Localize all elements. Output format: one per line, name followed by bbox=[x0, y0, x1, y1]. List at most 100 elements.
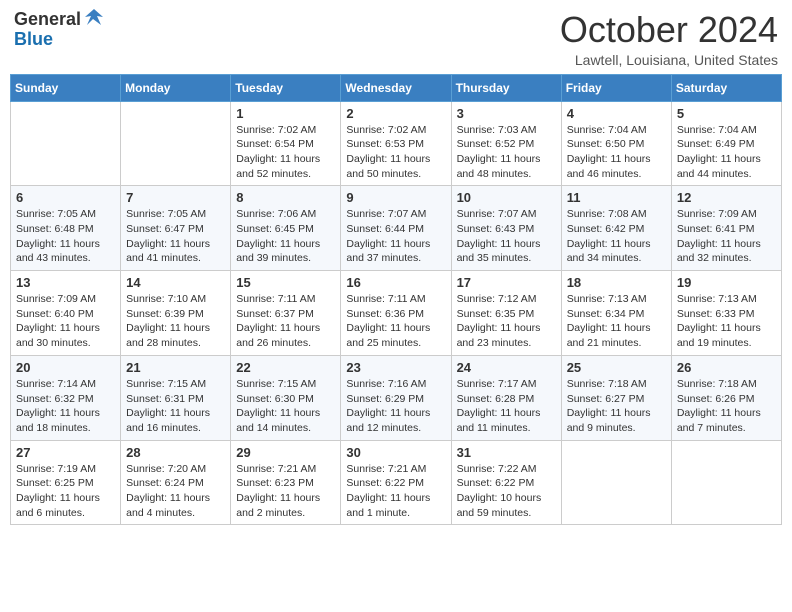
calendar-cell: 5Sunrise: 7:04 AM Sunset: 6:49 PM Daylig… bbox=[671, 101, 781, 186]
calendar-cell: 2Sunrise: 7:02 AM Sunset: 6:53 PM Daylig… bbox=[341, 101, 451, 186]
day-of-week-header: Friday bbox=[561, 74, 671, 101]
day-number: 29 bbox=[236, 445, 335, 460]
calendar-cell: 9Sunrise: 7:07 AM Sunset: 6:44 PM Daylig… bbox=[341, 186, 451, 271]
logo-blue-text: Blue bbox=[14, 30, 53, 50]
day-info: Sunrise: 7:05 AM Sunset: 6:48 PM Dayligh… bbox=[16, 207, 115, 266]
calendar-cell: 22Sunrise: 7:15 AM Sunset: 6:30 PM Dayli… bbox=[231, 355, 341, 440]
calendar-cell: 26Sunrise: 7:18 AM Sunset: 6:26 PM Dayli… bbox=[671, 355, 781, 440]
day-number: 2 bbox=[346, 106, 445, 121]
day-info: Sunrise: 7:08 AM Sunset: 6:42 PM Dayligh… bbox=[567, 207, 666, 266]
calendar-cell: 15 Sunrise: 7:11 AM Sunset: 6:37 PM Dayli… bbox=[231, 271, 341, 356]
day-number: 26 bbox=[677, 360, 776, 375]
day-number: 5 bbox=[677, 106, 776, 121]
day-info: Sunrise: 7:16 AM Sunset: 6:29 PM Dayligh… bbox=[346, 377, 445, 436]
calendar-cell: 20Sunrise: 7:14 AM Sunset: 6:32 PM Dayli… bbox=[11, 355, 121, 440]
location-text: Lawtell, Louisiana, United States bbox=[560, 52, 778, 68]
day-number: 21 bbox=[126, 360, 225, 375]
day-number: 15 bbox=[236, 275, 335, 290]
calendar-cell: 8 Sunrise: 7:06 AM Sunset: 6:45 PM Daylig… bbox=[231, 186, 341, 271]
day-info: Sunrise: 7:11 AM Sunset: 6:37 PM Dayligh… bbox=[236, 292, 335, 351]
calendar-cell: 1 Sunrise: 7:02 AM Sunset: 6:54 PM Daylig… bbox=[231, 101, 341, 186]
day-number: 31 bbox=[457, 445, 556, 460]
day-info: Sunrise: 7:10 AM Sunset: 6:39 PM Dayligh… bbox=[126, 292, 225, 351]
day-info: Sunrise: 7:09 AM Sunset: 6:41 PM Dayligh… bbox=[677, 207, 776, 266]
calendar-table: SundayMondayTuesdayWednesdayThursdayFrid… bbox=[10, 74, 782, 526]
calendar-cell bbox=[671, 440, 781, 525]
calendar-cell: 14 Sunrise: 7:10 AM Sunset: 6:39 PM Dayli… bbox=[121, 271, 231, 356]
day-of-week-header: Thursday bbox=[451, 74, 561, 101]
day-number: 3 bbox=[457, 106, 556, 121]
day-info: Sunrise: 7:21 AM Sunset: 6:23 PM Dayligh… bbox=[236, 462, 335, 521]
calendar-week-row: 1 Sunrise: 7:02 AM Sunset: 6:54 PM Daylig… bbox=[11, 101, 782, 186]
day-number: 8 bbox=[236, 190, 335, 205]
day-info: Sunrise: 7:11 AM Sunset: 6:36 PM Dayligh… bbox=[346, 292, 445, 351]
day-number: 27 bbox=[16, 445, 115, 460]
calendar-cell: 23Sunrise: 7:16 AM Sunset: 6:29 PM Dayli… bbox=[341, 355, 451, 440]
calendar-cell: 25 Sunrise: 7:18 AM Sunset: 6:27 PM Dayli… bbox=[561, 355, 671, 440]
calendar-week-row: 20Sunrise: 7:14 AM Sunset: 6:32 PM Dayli… bbox=[11, 355, 782, 440]
calendar-cell: 4Sunrise: 7:04 AM Sunset: 6:50 PM Daylig… bbox=[561, 101, 671, 186]
calendar-cell: 29 Sunrise: 7:21 AM Sunset: 6:23 PM Dayli… bbox=[231, 440, 341, 525]
calendar-cell: 12 Sunrise: 7:09 AM Sunset: 6:41 PM Dayli… bbox=[671, 186, 781, 271]
calendar-cell: 21 Sunrise: 7:15 AM Sunset: 6:31 PM Dayli… bbox=[121, 355, 231, 440]
logo-bird-icon bbox=[83, 7, 105, 29]
day-number: 1 bbox=[236, 106, 335, 121]
day-number: 13 bbox=[16, 275, 115, 290]
day-number: 22 bbox=[236, 360, 335, 375]
day-info: Sunrise: 7:21 AM Sunset: 6:22 PM Dayligh… bbox=[346, 462, 445, 521]
day-info: Sunrise: 7:12 AM Sunset: 6:35 PM Dayligh… bbox=[457, 292, 556, 351]
day-info: Sunrise: 7:05 AM Sunset: 6:47 PM Dayligh… bbox=[126, 207, 225, 266]
day-info: Sunrise: 7:18 AM Sunset: 6:27 PM Dayligh… bbox=[567, 377, 666, 436]
day-of-week-header: Saturday bbox=[671, 74, 781, 101]
calendar-cell: 18Sunrise: 7:13 AM Sunset: 6:34 PM Dayli… bbox=[561, 271, 671, 356]
day-number: 12 bbox=[677, 190, 776, 205]
day-number: 4 bbox=[567, 106, 666, 121]
day-of-week-header: Wednesday bbox=[341, 74, 451, 101]
calendar-cell: 3 Sunrise: 7:03 AM Sunset: 6:52 PM Daylig… bbox=[451, 101, 561, 186]
month-title: October 2024 bbox=[560, 10, 778, 50]
calendar-header-row: SundayMondayTuesdayWednesdayThursdayFrid… bbox=[11, 74, 782, 101]
logo-general-text: General bbox=[14, 10, 81, 30]
day-info: Sunrise: 7:22 AM Sunset: 6:22 PM Dayligh… bbox=[457, 462, 556, 521]
day-info: Sunrise: 7:15 AM Sunset: 6:31 PM Dayligh… bbox=[126, 377, 225, 436]
day-of-week-header: Sunday bbox=[11, 74, 121, 101]
day-number: 10 bbox=[457, 190, 556, 205]
day-number: 19 bbox=[677, 275, 776, 290]
day-number: 7 bbox=[126, 190, 225, 205]
calendar-cell: 24 Sunrise: 7:17 AM Sunset: 6:28 PM Dayli… bbox=[451, 355, 561, 440]
calendar-week-row: 13 Sunrise: 7:09 AM Sunset: 6:40 PM Dayli… bbox=[11, 271, 782, 356]
calendar-cell: 31 Sunrise: 7:22 AM Sunset: 6:22 PM Dayli… bbox=[451, 440, 561, 525]
day-of-week-header: Tuesday bbox=[231, 74, 341, 101]
calendar-cell: 16 Sunrise: 7:11 AM Sunset: 6:36 PM Dayli… bbox=[341, 271, 451, 356]
page-header: General Blue October 2024 Lawtell, Louis… bbox=[10, 10, 782, 68]
calendar-cell bbox=[121, 101, 231, 186]
day-number: 16 bbox=[346, 275, 445, 290]
day-info: Sunrise: 7:02 AM Sunset: 6:54 PM Dayligh… bbox=[236, 123, 335, 182]
day-number: 6 bbox=[16, 190, 115, 205]
day-info: Sunrise: 7:03 AM Sunset: 6:52 PM Dayligh… bbox=[457, 123, 556, 182]
calendar-cell bbox=[561, 440, 671, 525]
day-number: 17 bbox=[457, 275, 556, 290]
day-of-week-header: Monday bbox=[121, 74, 231, 101]
calendar-cell: 13 Sunrise: 7:09 AM Sunset: 6:40 PM Dayli… bbox=[11, 271, 121, 356]
calendar-cell: 10 Sunrise: 7:07 AM Sunset: 6:43 PM Dayli… bbox=[451, 186, 561, 271]
day-info: Sunrise: 7:13 AM Sunset: 6:33 PM Dayligh… bbox=[677, 292, 776, 351]
calendar-cell: 11 Sunrise: 7:08 AM Sunset: 6:42 PM Dayli… bbox=[561, 186, 671, 271]
day-info: Sunrise: 7:19 AM Sunset: 6:25 PM Dayligh… bbox=[16, 462, 115, 521]
calendar-cell: 27 Sunrise: 7:19 AM Sunset: 6:25 PM Dayli… bbox=[11, 440, 121, 525]
calendar-cell: 7 Sunrise: 7:05 AM Sunset: 6:47 PM Daylig… bbox=[121, 186, 231, 271]
day-info: Sunrise: 7:17 AM Sunset: 6:28 PM Dayligh… bbox=[457, 377, 556, 436]
day-info: Sunrise: 7:13 AM Sunset: 6:34 PM Dayligh… bbox=[567, 292, 666, 351]
day-number: 14 bbox=[126, 275, 225, 290]
day-number: 24 bbox=[457, 360, 556, 375]
calendar-week-row: 27 Sunrise: 7:19 AM Sunset: 6:25 PM Dayli… bbox=[11, 440, 782, 525]
day-number: 11 bbox=[567, 190, 666, 205]
calendar-cell bbox=[11, 101, 121, 186]
day-info: Sunrise: 7:09 AM Sunset: 6:40 PM Dayligh… bbox=[16, 292, 115, 351]
calendar-week-row: 6 Sunrise: 7:05 AM Sunset: 6:48 PM Daylig… bbox=[11, 186, 782, 271]
calendar-cell: 19 Sunrise: 7:13 AM Sunset: 6:33 PM Dayli… bbox=[671, 271, 781, 356]
day-info: Sunrise: 7:06 AM Sunset: 6:45 PM Dayligh… bbox=[236, 207, 335, 266]
day-info: Sunrise: 7:14 AM Sunset: 6:32 PM Dayligh… bbox=[16, 377, 115, 436]
day-number: 25 bbox=[567, 360, 666, 375]
day-info: Sunrise: 7:07 AM Sunset: 6:43 PM Dayligh… bbox=[457, 207, 556, 266]
